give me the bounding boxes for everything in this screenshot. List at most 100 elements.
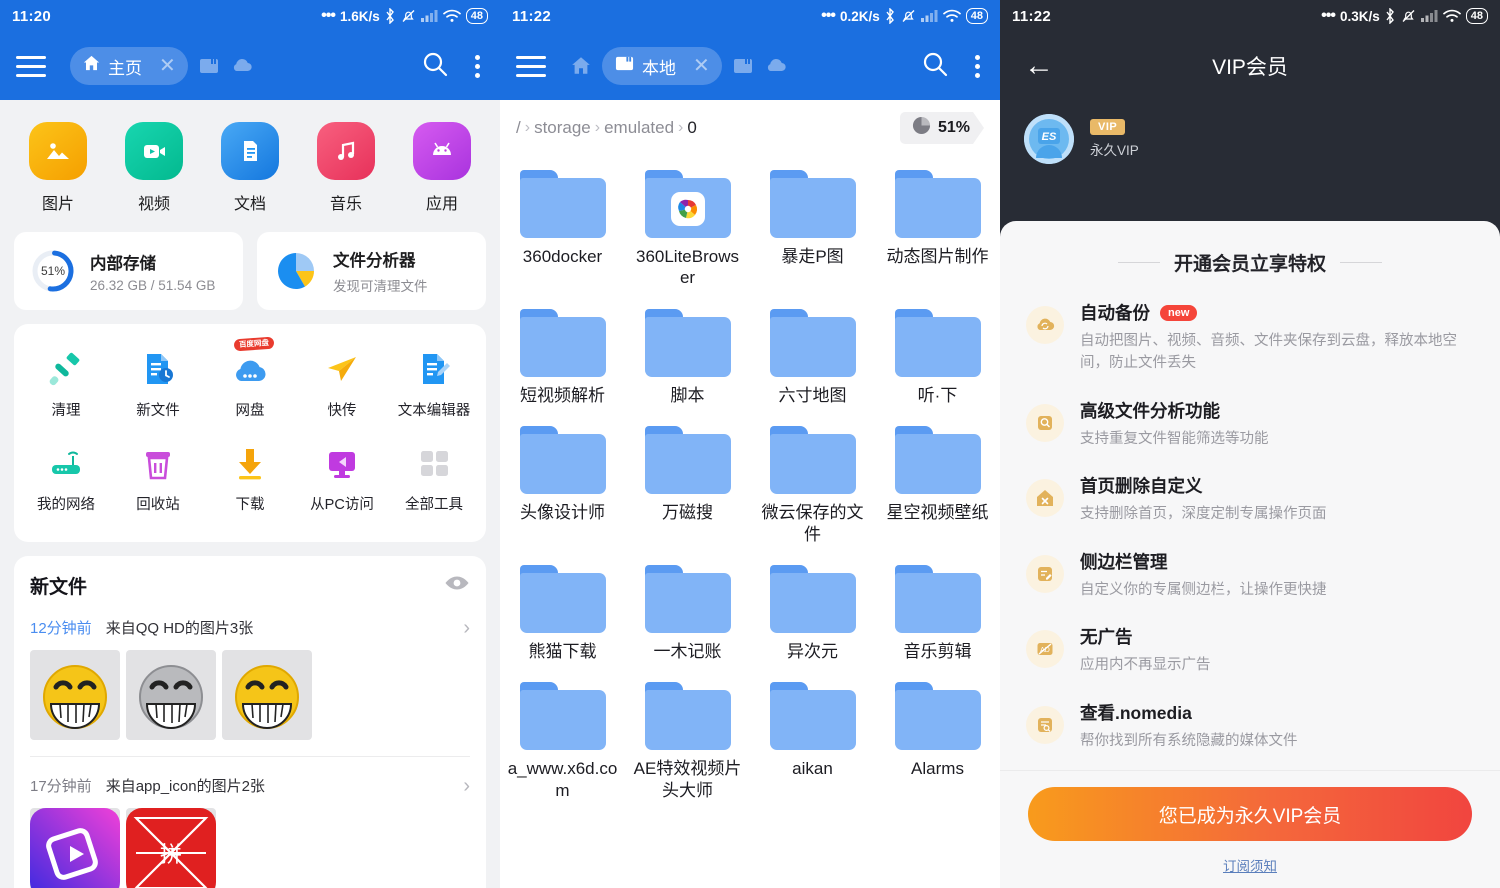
sdcard-icon[interactable] [198,56,220,76]
analyzer-subtitle: 发现可清理文件 [333,279,428,294]
folder-item[interactable]: a_www.x6d.com [500,668,625,807]
folder-item[interactable]: 音乐剪辑 [875,551,1000,668]
folder-item[interactable]: AE特效视频片头大师 [625,668,750,807]
menu-icon[interactable] [516,55,546,77]
tab-home[interactable]: 主页 ✕ [70,47,188,85]
close-icon[interactable]: ✕ [159,56,176,76]
file-analyzer-card[interactable]: 文件分析器 发现可清理文件 [257,232,486,310]
privilege-item[interactable]: AD 无广告 应用内不再显示广告 [1000,612,1500,687]
folder-item[interactable]: 熊猫下载 [500,551,625,668]
thumbnail[interactable] [222,650,312,740]
folder-item[interactable]: aikan [750,668,875,807]
cloud-icon[interactable] [230,57,254,75]
chevron-right-icon[interactable]: › [463,776,470,796]
back-arrow-icon[interactable]: ← [1024,51,1054,81]
privilege-item[interactable]: 高级文件分析功能 支持重复文件智能筛选等功能 [1000,386,1500,461]
storage-title: 内部存储 [90,254,156,273]
internal-storage-card[interactable]: 51% 内部存储 26.32 GB / 51.54 GB [14,232,243,310]
chevron-right-icon[interactable]: › [463,618,470,638]
category-videos[interactable]: 视频 [110,122,198,214]
mute-bell-icon [1401,8,1416,24]
thumbnail[interactable] [30,808,120,888]
category-images[interactable]: 图片 [14,122,102,214]
privilege-desc: 应用内不再显示广告 [1080,657,1211,674]
app-bar: 主页 ✕ [0,32,500,100]
home-icon[interactable] [570,55,592,77]
breadcrumb-root[interactable]: / [516,118,521,138]
breadcrumb-item[interactable]: storage [534,118,591,138]
phone-screen-file-browser: 11:22 ••• 0.2K/s 48 本地 ✕ / › storage › e… [500,0,1000,888]
search-icon[interactable] [921,50,949,83]
terms-link[interactable]: 订阅须知 [1000,855,1500,875]
privilege-item[interactable]: 查看.nomedia 帮你找到所有系统隐藏的媒体文件 [1000,688,1500,763]
folder-item[interactable]: 异次元 [750,551,875,668]
battery-indicator: 48 [1465,8,1488,24]
eye-icon[interactable] [444,574,470,597]
privilege-item[interactable]: 侧边栏管理 自定义你的专属侧边栏，让操作更快捷 [1000,537,1500,612]
page-title: VIP会员 [1212,56,1288,79]
storage-percent-value: 51% [937,119,970,136]
tool-text-editor[interactable]: 文本编辑器 [388,340,480,434]
category-label: 应用 [425,196,458,213]
tool-new-file[interactable]: 新文件 [112,340,204,434]
signal-icon [1420,9,1438,23]
folder-item[interactable]: 万磁搜 [625,412,750,551]
category-music[interactable]: 音乐 [302,122,390,214]
folder-item[interactable]: 脚本 [625,295,750,412]
new-file-group[interactable]: 12分钟前 来自QQ HD的图片3张 › [30,599,470,757]
category-documents[interactable]: 文档 [206,122,294,214]
new-file-group[interactable]: 17分钟前 来自app_icon的图片2张 › 拼 [30,757,470,888]
folder-item[interactable]: 暴走P图 [750,156,875,295]
folder-icon [644,565,731,634]
tool-label: 文本编辑器 [397,403,471,419]
folder-icon [894,308,981,377]
thumbnail[interactable] [126,650,216,740]
thumbnail[interactable] [30,650,120,740]
folder-item[interactable]: 一木记账 [625,551,750,668]
cloud-disk-icon [229,348,271,390]
avatar[interactable]: ES [1024,114,1074,164]
tool-fast-transfer[interactable]: 快传 [296,340,388,434]
more-options-icon[interactable] [971,51,984,82]
folder-icon [769,682,856,751]
privilege-item[interactable]: 首页删除自定义 支持删除首页，深度定制专属操作页面 [1000,461,1500,536]
tool-pc-access[interactable]: 从PC访问 [296,434,388,528]
privilege-desc: 自动把图片、视频、音频、文件夹保存到云盘，释放本地空间，防止文件丢失 [1080,333,1457,372]
folder-item[interactable]: 听·下 [875,295,1000,412]
folder-name: 脚本 [670,385,705,405]
storage-percent-chip[interactable]: 51% [900,112,984,144]
menu-icon[interactable] [16,55,46,77]
folder-item[interactable]: 360LiteBrowser [625,156,750,295]
folder-item[interactable]: 360docker [500,156,625,295]
sdcard-icon[interactable] [732,56,754,76]
folder-name: 微云保存的文件 [761,503,864,544]
privilege-desc: 自定义你的专属侧边栏，让操作更快捷 [1080,581,1327,598]
no-ads-icon: AD [1026,630,1064,669]
signal-icon [420,9,438,23]
folder-item[interactable]: 短视频解析 [500,295,625,412]
folder-item[interactable]: 星空视频壁纸 [875,412,1000,551]
close-icon[interactable]: ✕ [693,56,710,76]
breadcrumb-item-current[interactable]: 0 [687,118,696,138]
tool-my-network[interactable]: 我的网络 [20,434,112,528]
privilege-item[interactable]: 自动备份 new 自动把图片、视频、音频、文件夹保存到云盘，释放本地空间，防止文件… [1000,288,1500,386]
tool-recycle-bin[interactable]: 回收站 [112,434,204,528]
breadcrumb-item[interactable]: emulated [604,118,674,138]
folder-item[interactable]: Alarms [875,668,1000,807]
tool-clean[interactable]: 清理 [20,340,112,434]
tool-all-tools[interactable]: 全部工具 [388,434,480,528]
folder-item[interactable]: 六寸地图 [750,295,875,412]
vip-status-button[interactable]: 您已成为永久VIP会员 [1028,787,1472,841]
folder-item[interactable]: 微云保存的文件 [750,412,875,551]
more-options-icon[interactable] [471,51,484,82]
tool-netdisk[interactable]: 百度网盘 网盘 [204,336,296,434]
tool-download[interactable]: 下载 [204,434,296,528]
vip-privileges-sheet: 开通会员立享特权 自动备份 new 自动把图片、视频、音频、文件夹保存到云盘，释放… [1000,221,1500,888]
cloud-icon[interactable] [764,57,788,75]
thumbnail[interactable]: 拼 [126,808,216,888]
folder-item[interactable]: 头像设计师 [500,412,625,551]
folder-item[interactable]: 动态图片制作 [875,156,1000,295]
category-apps[interactable]: 应用 [398,122,486,214]
search-icon[interactable] [421,50,449,83]
tab-local[interactable]: 本地 ✕ [602,47,722,85]
